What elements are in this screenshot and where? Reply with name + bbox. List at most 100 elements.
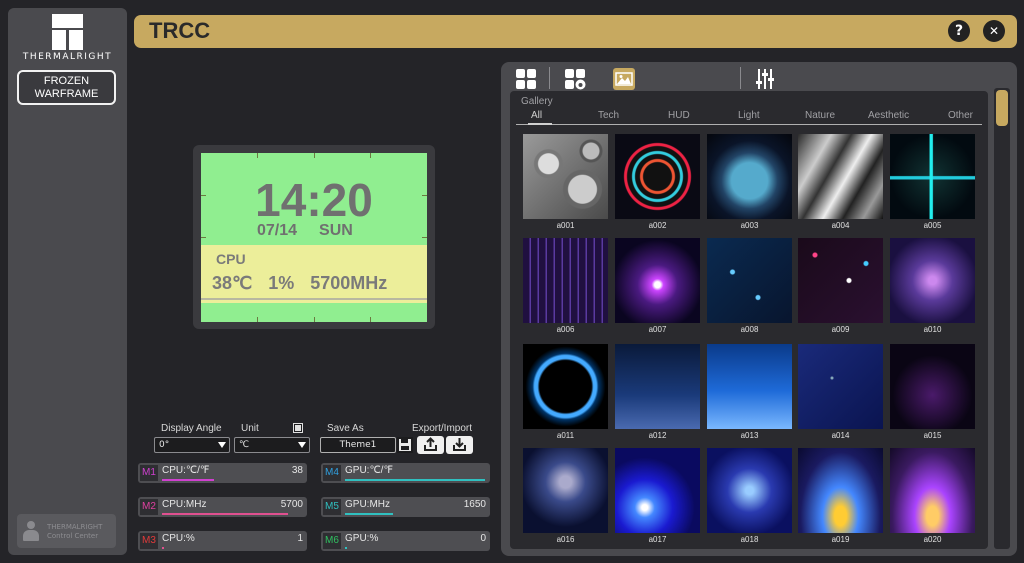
thermalright-logo-icon	[52, 14, 83, 50]
gallery-thumbnail[interactable]	[523, 238, 608, 323]
thumbnail-label: a003	[740, 221, 759, 230]
unit-select[interactable]: ℃	[234, 437, 310, 453]
gallery-scrollbar[interactable]	[994, 88, 1010, 549]
gallery-thumbnail[interactable]	[615, 448, 700, 533]
thumbnail-label: a007	[648, 325, 667, 334]
gallery-thumbnail[interactable]	[890, 448, 975, 533]
preview-cpu-usage: 1%	[268, 273, 295, 293]
thumbnail-label: a012	[648, 431, 667, 440]
export-icon	[424, 437, 437, 451]
gallery-thumbnail[interactable]	[890, 238, 975, 323]
gallery-label: Gallery	[521, 96, 553, 107]
preview-band-divider	[201, 298, 427, 300]
gallery-thumbnail[interactable]	[798, 238, 883, 323]
display-angle-value: 0°	[159, 440, 170, 450]
gallery-thumbnail[interactable]	[523, 448, 608, 533]
unit-label: Unit	[241, 423, 259, 434]
gallery-panel: Gallery All Tech HUD Light Nature Aesthetic Ot…	[501, 62, 1017, 556]
gallery-thumbnail[interactable]	[798, 448, 883, 533]
gallery-thumbnail[interactable]	[615, 134, 700, 219]
metric-row-m3[interactable]: M3 CPU:% 1	[138, 531, 307, 551]
user-icon	[23, 521, 39, 541]
gallery-thumbnail[interactable]	[798, 344, 883, 429]
metric-row-m5[interactable]: M5 GPU:MHz 1650	[321, 497, 490, 517]
preview-info-band: CPU 38℃ 1% 5700MHz	[201, 245, 427, 303]
metric-tag: M3	[140, 533, 158, 549]
chevron-down-icon	[298, 442, 306, 448]
metric-label: GPU:%	[345, 533, 379, 544]
metric-row-m4[interactable]: M4 GPU:℃/℉	[321, 463, 490, 483]
image-icon[interactable]	[613, 68, 635, 90]
gallery-thumbnail[interactable]	[890, 344, 975, 429]
theme-button-label: FROZEN WARFRAME	[34, 75, 99, 100]
metric-level-bar	[345, 547, 347, 549]
control-center-line1: THERMALRIGHT	[47, 523, 103, 531]
lcd-preview-frame: 14:20 07/14 SUN CPU 38℃ 1% 5700MHz	[193, 145, 435, 329]
category-tab-aesthetic[interactable]: Aesthetic	[868, 110, 909, 121]
category-tab-other[interactable]: Other	[948, 110, 973, 121]
metric-value: 1	[297, 533, 303, 544]
toolbar-divider	[740, 67, 741, 89]
metric-row-m2[interactable]: M2 CPU:MHz 5700	[138, 497, 307, 517]
close-button[interactable]: ✕	[983, 20, 1005, 42]
gallery-thumbnail[interactable]	[523, 134, 608, 219]
grid-icon[interactable]	[515, 68, 537, 90]
control-center-button[interactable]: THERMALRIGHT Control Center	[17, 514, 116, 548]
preview-cpu-label: CPU	[216, 251, 246, 267]
gallery-thumbnail[interactable]	[523, 344, 608, 429]
import-button[interactable]	[446, 436, 473, 454]
thumbnail-label: a013	[740, 431, 759, 440]
preview-weekday: SUN	[319, 222, 353, 239]
thumbnail-label: a004	[831, 221, 850, 230]
sidebar: THERMALRIGHT FROZEN WARFRAME THERMALRIGH…	[8, 8, 127, 555]
ruler-tick	[370, 317, 371, 322]
thumbnail-label: a015	[923, 431, 942, 440]
toolbar-divider	[549, 67, 550, 89]
preview-cpu-temp: 38℃	[212, 273, 253, 293]
gallery-thumbnail[interactable]	[707, 238, 792, 323]
export-import-label: Export/Import	[412, 423, 473, 434]
preview-cpu-values: 38℃ 1% 5700MHz	[212, 273, 403, 294]
gallery-thumbnail[interactable]	[615, 344, 700, 429]
thumbnail-label: a016	[556, 535, 575, 544]
category-tab-light[interactable]: Light	[738, 110, 760, 121]
category-tab-nature[interactable]: Nature	[805, 110, 835, 121]
scrollbar-thumb[interactable]	[996, 90, 1008, 126]
metric-level-bar	[345, 479, 485, 481]
unit-checkbox[interactable]	[293, 423, 303, 433]
category-tab-tech[interactable]: Tech	[598, 110, 619, 121]
thumbnail-label: a014	[831, 431, 850, 440]
thumbnail-label: a018	[740, 535, 759, 544]
save-icon[interactable]	[397, 437, 413, 453]
gallery-thumbnail[interactable]	[615, 238, 700, 323]
metric-tag: M5	[323, 499, 341, 515]
metric-row-m6[interactable]: M6 GPU:% 0	[321, 531, 490, 551]
display-angle-select[interactable]: 0°	[154, 437, 230, 453]
metric-tag: M6	[323, 533, 341, 549]
gallery-thumbnail[interactable]	[707, 448, 792, 533]
metric-label: GPU:MHz	[345, 499, 390, 510]
preview-cpu-freq: 5700MHz	[310, 273, 388, 293]
gallery-thumbnail[interactable]	[707, 344, 792, 429]
help-icon: ?	[954, 23, 964, 39]
save-as-label: Save As	[327, 423, 364, 434]
help-button[interactable]: ?	[948, 20, 970, 42]
metric-tag: M2	[140, 499, 158, 515]
ruler-tick	[201, 237, 206, 238]
ruler-tick	[314, 317, 315, 322]
preview-clock: 14:20	[255, 174, 373, 226]
category-tab-hud[interactable]: HUD	[668, 110, 690, 121]
export-button[interactable]	[417, 436, 444, 454]
mixer-sliders-icon[interactable]	[754, 68, 776, 90]
lcd-preview-screen[interactable]: 14:20 07/14 SUN CPU 38℃ 1% 5700MHz	[201, 153, 427, 322]
category-tab-all[interactable]: All	[531, 110, 542, 121]
gallery-thumbnail[interactable]	[890, 134, 975, 219]
gallery-thumbnail[interactable]	[798, 134, 883, 219]
theme-button[interactable]: FROZEN WARFRAME	[17, 70, 116, 105]
metric-row-m1[interactable]: M1 CPU:℃/℉ 38	[138, 463, 307, 483]
thumbnail-label: a005	[923, 221, 942, 230]
save-as-input[interactable]: Theme1	[320, 437, 396, 453]
category-divider	[516, 124, 982, 125]
gallery-thumbnail[interactable]	[707, 134, 792, 219]
grid-cloud-icon[interactable]	[564, 68, 586, 90]
